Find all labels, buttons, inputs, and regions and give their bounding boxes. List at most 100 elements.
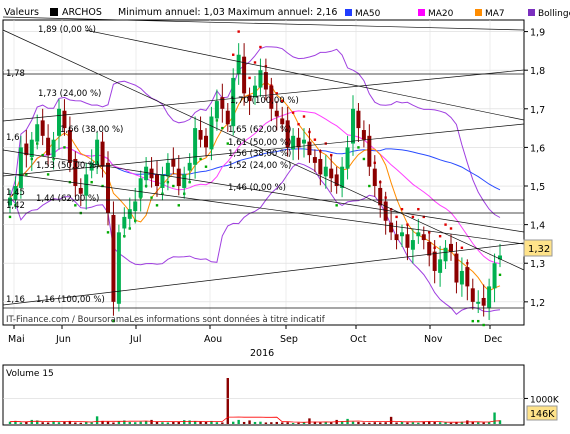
valeurs-label: Valeurs [4,7,39,18]
candle-body [133,201,138,212]
volume-bar [183,420,186,424]
volume-bar [172,421,175,424]
candle-body [459,270,464,285]
candle-body [318,158,323,175]
trend-label: 1,16 (100,00 %) [36,295,105,305]
candle-body [144,166,149,181]
candle-body [465,267,470,287]
trend-label: 1,46 (0,00 %) [228,183,286,193]
x-tick-label: Aou [204,334,222,345]
sar-dot [471,319,474,323]
legend-swatch-3 [528,9,535,16]
sar-dot [368,184,371,188]
sar-dot [221,126,224,130]
volume-bar [433,421,436,424]
sar-dot [362,157,366,161]
sar-dot [259,45,262,49]
trend-label: 1,66 (38,00 %) [60,125,123,135]
candle-body [193,128,198,165]
candle-body [383,201,388,221]
candle-body [312,157,317,163]
volume-bar [291,422,295,424]
sar-dot [357,146,360,149]
candle-body [40,120,45,136]
sar-dot [400,207,404,211]
volume-bar [19,422,23,424]
candle-body [400,232,404,237]
volume-bar [144,421,148,424]
trend-label: 1,45 [6,188,25,198]
candle-body [470,288,475,302]
x-axis-year: 2016 [250,348,274,359]
volume-bar [444,422,447,424]
y-tick-label: 1,6 [530,143,545,154]
y-tick-label: 1,2 [530,298,545,309]
volume-last-tag: 146K [526,405,558,421]
candle-body [187,162,192,171]
volume-bar [139,421,142,424]
candle-body [198,130,203,140]
candle-body [116,232,121,304]
volume-bar [406,422,409,424]
trend-label: 1,52 (24,00 %) [228,161,291,171]
candle-body [378,187,383,206]
sar-dot [172,184,175,188]
sar-dot [449,227,453,230]
candle-body [454,253,459,283]
x-tick-label: Sep [280,334,298,345]
candle-body [481,297,486,306]
volume-bar [438,422,442,424]
trend-label: 1,61 (50,00 %) [228,138,291,148]
volume-bar [232,421,235,424]
volume-bar [46,422,50,424]
candle-body [372,168,377,187]
candle-body [421,234,426,241]
legend-swatch-2 [475,9,482,16]
volume-bar [373,422,376,424]
legend-label-1: MA20 [428,9,454,19]
y-tick-label: 1,7 [530,105,545,116]
sar-dot [150,196,153,199]
trend-label: 1,65 (62,00 %) [228,125,291,135]
sar-dot [460,246,464,249]
candle-body [492,263,497,289]
volume-bar [395,422,398,424]
volume-bar [117,421,121,424]
sar-dot [155,204,159,207]
candle-body [204,135,208,148]
sar-dot [498,273,502,277]
price-y-axis: 1,2 1,3 1,4 1,5 1,6 1,7 1,8 1,9 [524,28,545,309]
sar-dot [106,231,110,234]
trend-label: 1,78 [6,69,25,79]
x-tick-label: Jun [55,334,71,345]
sar-dot [302,115,306,118]
sar-dot [237,30,240,33]
legend-label-3: Bollinger 2 [538,9,570,19]
x-tick-label: Oct [350,334,367,345]
candle-body [302,139,306,144]
candle-body [438,259,443,273]
candle-body [487,286,492,308]
volume-bar [85,421,88,424]
x-tick-label: Mai [8,334,25,345]
candle-body [389,222,394,233]
candle-body [274,110,279,117]
volume-bar [57,422,61,424]
volume-bar [95,416,99,424]
volume-bar [215,422,219,424]
volume-bar [188,420,191,424]
volume-bar [150,419,153,424]
legend-label-0: MA50 [355,9,381,19]
trend-label: 1,6 [6,133,20,143]
candle-body [410,240,415,250]
candle-body [323,166,328,177]
candle-body [220,97,225,109]
sar-dot [411,215,415,219]
volume-bar [112,422,115,424]
volume-bar [199,421,202,424]
volume-bar [221,422,224,424]
candle-body [84,174,89,196]
volume-bar [362,422,366,424]
volume-bar [482,422,485,424]
candle-body [340,166,345,188]
